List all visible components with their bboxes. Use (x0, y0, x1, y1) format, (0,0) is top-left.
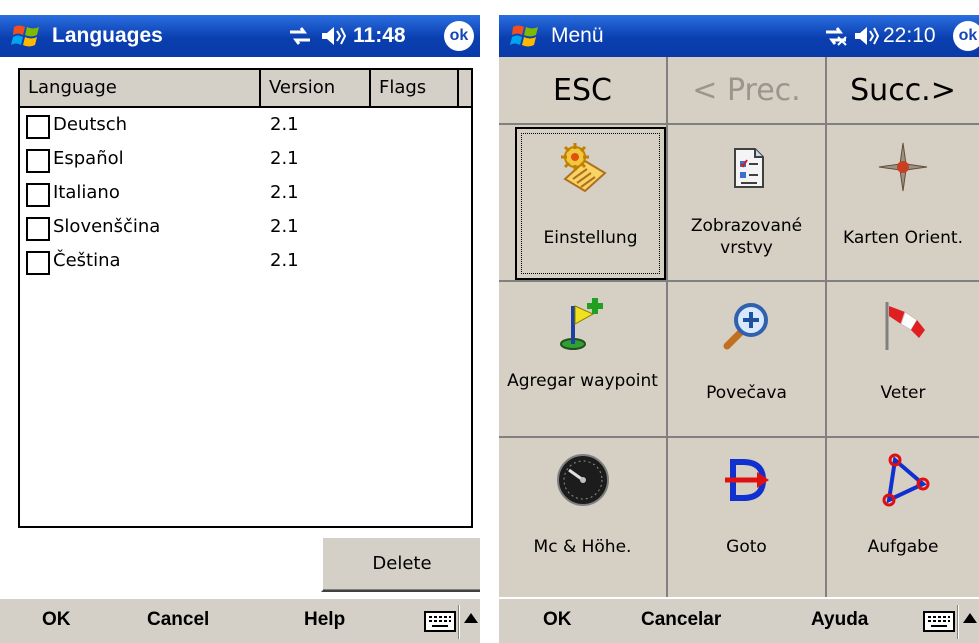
list-item[interactable]: Slovenščina 2.1 (20, 212, 471, 246)
keyboard-icon[interactable] (923, 609, 955, 633)
tile-label: Karten Orient. (843, 228, 963, 248)
checkbox[interactable] (26, 217, 50, 241)
tile-karten-orient[interactable]: Karten Orient. (827, 125, 979, 280)
tile-label: Zobrazované vrstvy (690, 216, 803, 258)
language-name: Italiano (53, 182, 120, 203)
tile-label: Veter (880, 383, 926, 403)
list-item[interactable]: Italiano 2.1 (20, 178, 471, 212)
goto-arrow-icon (724, 459, 769, 501)
task-triangle-icon (882, 453, 930, 507)
tile-goto[interactable]: Goto (668, 438, 825, 596)
menu-screen: Menü 22:10 ok ESC < Prec. Succ.> Einstel… (499, 0, 979, 643)
language-name: Slovenščina (53, 216, 161, 237)
tile-agregar-waypoint[interactable]: Agregar waypoint (499, 282, 666, 436)
add-waypoint-flag-icon (559, 298, 603, 350)
tile-label: Aufgabe (867, 537, 939, 557)
checkbox[interactable] (26, 149, 50, 173)
tile-veter[interactable]: Veter (827, 282, 979, 436)
list-item[interactable]: Español 2.1 (20, 144, 471, 178)
title-bar: Menü 22:10 ok (499, 15, 979, 57)
volume-icon[interactable] (853, 25, 879, 47)
ok-button[interactable]: OK (543, 609, 572, 631)
zoom-in-icon (723, 303, 768, 350)
language-name: Español (53, 148, 124, 169)
connectivity-off-icon[interactable] (824, 25, 848, 47)
top-margin (0, 0, 480, 15)
cancel-button[interactable]: Cancelar (641, 609, 721, 631)
column-header-flags[interactable]: Flags (371, 70, 459, 106)
list-item[interactable]: Deutsch 2.1 (20, 110, 471, 144)
previous-button[interactable]: < Prec. (668, 57, 825, 125)
windows-start-icon[interactable] (509, 19, 543, 53)
command-bar: OK Cancel Help (0, 597, 480, 643)
title-bar: Languages 11:48 ok (0, 15, 480, 57)
connectivity-icon[interactable] (288, 25, 312, 47)
column-header-version[interactable]: Version (261, 70, 371, 106)
languages-screen: Languages 11:48 ok Language Version Flag… (0, 0, 480, 643)
language-name: Deutsch (53, 114, 128, 135)
clock[interactable]: 11:48 (353, 24, 406, 48)
tile-povecava[interactable]: Povečava (668, 282, 825, 436)
tile-mc-hohe[interactable]: Mc & Höhe. (499, 438, 666, 596)
language-version: 2.1 (270, 148, 299, 169)
ok-title-button[interactable]: ok (953, 21, 979, 51)
delete-button[interactable]: Delete (321, 536, 480, 592)
layers-document-icon (733, 148, 764, 188)
cancel-button[interactable]: Cancel (147, 609, 209, 631)
list-header: Language Version Flags (20, 70, 471, 108)
input-menu-arrow-icon[interactable] (464, 613, 478, 623)
checkbox[interactable] (26, 183, 50, 207)
esc-button[interactable]: ESC (499, 57, 666, 125)
top-margin (499, 0, 979, 15)
input-menu-arrow-icon[interactable] (963, 613, 977, 623)
tile-label: Goto (726, 537, 767, 557)
tile-label: Agregar waypoint (507, 371, 658, 391)
tile-label: Povečava (706, 383, 787, 403)
settings-icon (560, 143, 607, 193)
compass-icon (878, 142, 928, 192)
language-version: 2.1 (270, 114, 299, 135)
next-button[interactable]: Succ.> (827, 57, 979, 125)
help-button[interactable]: Help (304, 609, 345, 631)
ok-button[interactable]: OK (42, 609, 71, 631)
tile-zobrazovane-vrstvy[interactable]: Zobrazované vrstvy (668, 125, 825, 280)
windows-start-icon[interactable] (10, 19, 44, 53)
keyboard-icon[interactable] (424, 609, 456, 633)
ok-title-button[interactable]: ok (444, 21, 474, 51)
clock[interactable]: 22:10 (883, 24, 936, 48)
volume-icon[interactable] (320, 25, 346, 47)
language-version: 2.1 (270, 216, 299, 237)
window-title: Languages (52, 24, 163, 47)
command-bar: OK Cancelar Ayuda (499, 597, 979, 643)
separator (957, 605, 959, 639)
tile-label: Mc & Höhe. (533, 537, 632, 557)
windsock-icon (885, 302, 925, 350)
separator (458, 605, 460, 639)
tile-label: Einstellung (543, 228, 638, 248)
column-header-language[interactable]: Language (20, 70, 261, 106)
language-version: 2.1 (270, 250, 299, 271)
language-version: 2.1 (270, 182, 299, 203)
tile-aufgabe[interactable]: Aufgabe (827, 438, 979, 596)
window-title: Menü (551, 24, 604, 47)
tile-einstellung[interactable]: Einstellung (499, 125, 666, 280)
help-button[interactable]: Ayuda (811, 609, 868, 631)
checkbox[interactable] (26, 251, 50, 275)
variometer-gauge-icon (556, 454, 609, 506)
list-item[interactable]: Čeština 2.1 (20, 246, 471, 280)
checkbox[interactable] (26, 115, 50, 139)
language-list: Language Version Flags Deutsch 2.1 Españ… (18, 68, 473, 528)
language-name: Čeština (53, 250, 121, 271)
